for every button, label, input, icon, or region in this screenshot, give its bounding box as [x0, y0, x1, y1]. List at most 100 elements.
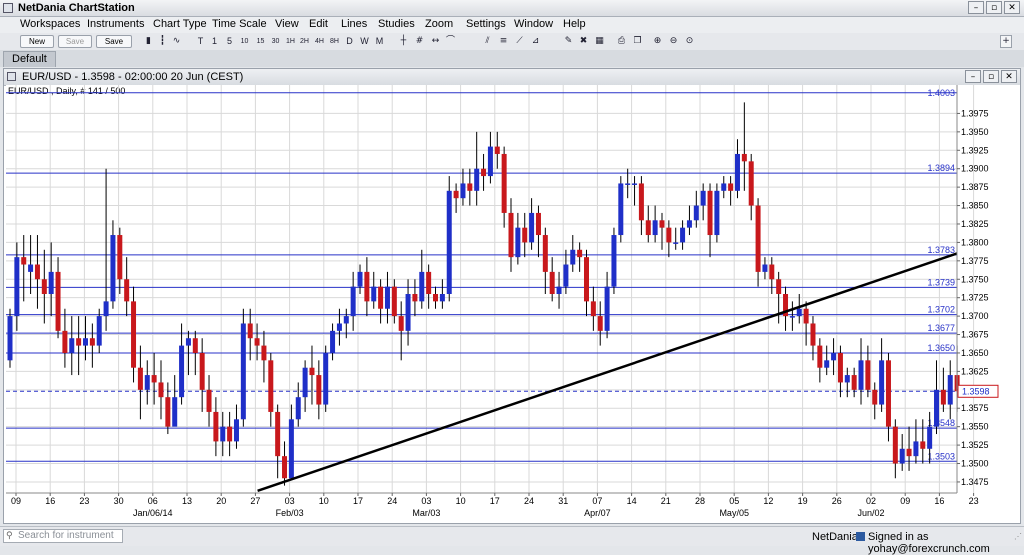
candle-body — [652, 220, 658, 236]
resize-grip-icon[interactable]: ⋰ — [1014, 532, 1022, 541]
8h-icon[interactable]: 8H — [329, 35, 340, 48]
t-icon[interactable]: T — [195, 35, 206, 48]
candle-body — [741, 153, 747, 162]
candle-body — [803, 308, 809, 324]
tab-default[interactable]: Default — [3, 51, 56, 67]
candle-body — [487, 146, 493, 177]
candle-body — [872, 389, 878, 405]
15-icon[interactable]: 15 — [255, 35, 266, 48]
erase-icon[interactable]: ✖ — [578, 35, 589, 48]
candle-body — [494, 146, 500, 154]
grid-icon[interactable]: # — [414, 35, 425, 48]
close-icon[interactable]: ✕ — [1004, 1, 1020, 14]
x-tick-label: 09 — [900, 496, 910, 506]
m-icon[interactable]: M — [374, 35, 385, 48]
y-tick-label: 1.3725 — [961, 293, 989, 303]
candle-body — [810, 323, 816, 346]
chart-close-icon[interactable]: ✕ — [1001, 70, 1017, 83]
x-tick-label: 21 — [661, 496, 671, 506]
menu-chart-type[interactable]: Chart Type — [153, 18, 207, 30]
menu-window[interactable]: Window — [514, 18, 553, 30]
5-icon[interactable]: 5 — [224, 35, 235, 48]
menu-studies[interactable]: Studies — [378, 18, 415, 30]
crosshair-icon[interactable]: ┼ — [398, 35, 409, 48]
candle-body — [769, 264, 775, 280]
price-chart[interactable]: EUR/USD , Daily, # 141 / 500 1.4003 1.3894… — [4, 85, 1020, 523]
candle-body — [885, 360, 891, 427]
fan-icon[interactable]: ⟋ — [514, 35, 525, 48]
menu-workspaces[interactable]: Workspaces — [20, 18, 80, 30]
candle-body — [343, 316, 349, 324]
chart-minimize-icon[interactable]: – — [965, 70, 981, 83]
y-tick-label: 1.3875 — [961, 182, 989, 192]
fib-icon[interactable]: ≡ — [498, 35, 509, 48]
line-icon[interactable]: ∿ — [171, 35, 182, 48]
save-button[interactable]: Save — [58, 35, 92, 48]
10-icon[interactable]: 10 — [239, 35, 250, 48]
zoomin-icon[interactable]: ⊕ — [652, 35, 663, 48]
y-tick-label: 1.3850 — [961, 201, 989, 211]
print-icon[interactable]: ⎙ — [616, 35, 627, 48]
y-tick-label: 1.3700 — [961, 311, 989, 321]
copy-icon[interactable]: ❐ — [632, 35, 643, 48]
candle-body — [460, 183, 466, 199]
candle-body — [185, 338, 191, 346]
arrows-icon[interactable]: ↔ — [430, 35, 441, 48]
candle-body — [275, 411, 281, 457]
chart-maximize-icon[interactable]: ▫ — [983, 70, 999, 83]
candle-body — [789, 316, 795, 318]
candle-body — [282, 456, 288, 479]
toolbar-expand-icon[interactable]: + — [1000, 35, 1012, 48]
menu-time-scale[interactable]: Time Scale — [212, 18, 267, 30]
y-tick-label: 1.3975 — [961, 108, 989, 118]
1-icon[interactable]: 1 — [209, 35, 220, 48]
candle-body — [611, 235, 617, 287]
30-icon[interactable]: 30 — [270, 35, 281, 48]
menu-help[interactable]: Help — [563, 18, 586, 30]
gann-icon[interactable]: ⊿ — [530, 35, 541, 48]
1h-icon[interactable]: 1H — [285, 35, 296, 48]
2h-icon[interactable]: 2H — [299, 35, 310, 48]
4h-icon[interactable]: 4H — [314, 35, 325, 48]
menu-view[interactable]: View — [275, 18, 299, 30]
candle-body — [330, 330, 336, 353]
candle-body — [927, 426, 933, 449]
menu-lines[interactable]: Lines — [341, 18, 367, 30]
app-title: NetDania ChartStation — [18, 2, 135, 14]
d-icon[interactable]: D — [344, 35, 355, 48]
candle-body — [597, 316, 603, 331]
channel-icon[interactable]: ⫽ — [482, 35, 493, 48]
x-tick-label: 05 — [729, 496, 739, 506]
menu-bar: Workspaces Instruments Chart Type Time S… — [0, 17, 1024, 33]
pen-icon[interactable]: ✎ — [563, 35, 574, 48]
app-icon — [3, 3, 13, 13]
search-input[interactable]: ⚲ Search for instrument — [3, 529, 123, 543]
trash-icon[interactable]: ▦ — [594, 35, 605, 48]
level-label: 1.3503 — [927, 451, 955, 461]
menu-zoom[interactable]: Zoom — [425, 18, 453, 30]
x-tick-label: 30 — [114, 496, 124, 506]
menu-instruments[interactable]: Instruments — [87, 18, 144, 30]
menu-edit[interactable]: Edit — [309, 18, 328, 30]
candle-body — [213, 411, 219, 442]
y-tick-label: 1.3675 — [961, 330, 989, 340]
candle-body — [82, 338, 88, 346]
zoomfit-icon[interactable]: ⊙ — [684, 35, 695, 48]
w-icon[interactable]: W — [359, 35, 370, 48]
candle-body — [398, 316, 404, 331]
candle-body — [336, 323, 342, 331]
candle-body — [940, 389, 946, 405]
minimize-icon[interactable]: – — [968, 1, 984, 14]
status-bar: ⚲ Search for instrument NetDania Signed … — [0, 526, 1024, 555]
candle-body — [96, 316, 102, 346]
bars-icon[interactable]: ┇ — [157, 35, 168, 48]
candles-icon[interactable]: ▮ — [143, 35, 154, 48]
new-button[interactable]: New — [20, 35, 54, 48]
zoomout-icon[interactable]: ⊖ — [668, 35, 679, 48]
save-as-button[interactable]: Save as... — [96, 35, 132, 58]
period-icon[interactable]: ⌒ — [445, 35, 456, 48]
candle-body — [481, 168, 487, 177]
maximize-icon[interactable]: ▫ — [986, 1, 1002, 14]
candle-body — [28, 264, 34, 272]
menu-settings[interactable]: Settings — [466, 18, 506, 30]
